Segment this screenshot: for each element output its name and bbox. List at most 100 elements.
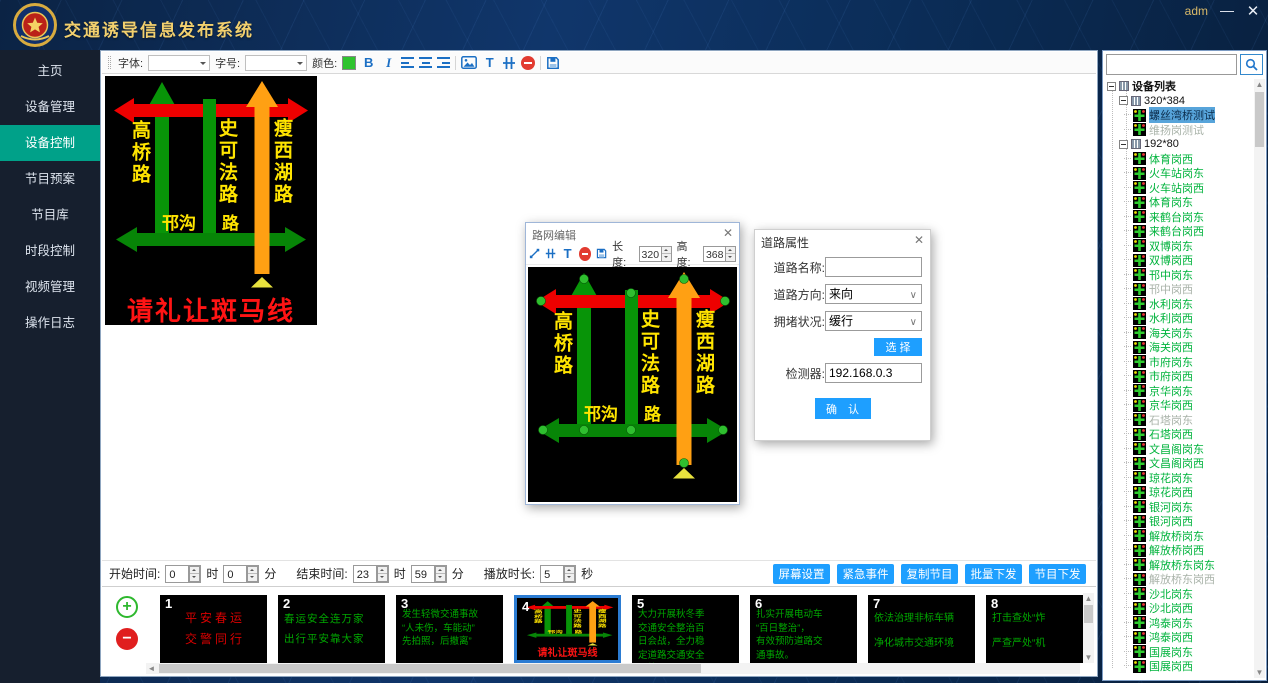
select-button[interactable]: 选 择 (874, 338, 922, 356)
tree-scrollbar[interactable]: ▲ ▼ (1254, 79, 1265, 678)
device-tree-item[interactable]: 石塔岗东 (1105, 413, 1253, 428)
device-tree-item[interactable]: 鸿泰岗西 (1105, 630, 1253, 645)
device-tree-item[interactable]: 琼花岗西 (1105, 485, 1253, 500)
detector-input[interactable] (825, 363, 922, 383)
height-spinner[interactable]: 368 (703, 246, 736, 262)
size-select[interactable] (245, 55, 307, 71)
device-tree-item[interactable]: 琼花岗东 (1105, 471, 1253, 486)
action-button[interactable]: 批量下发 (965, 564, 1022, 584)
device-tree-item[interactable]: 海关岗东 (1105, 326, 1253, 341)
collapse-toggle-icon[interactable] (1119, 140, 1128, 149)
device-tree-item[interactable]: 国展岗西 (1105, 659, 1253, 674)
action-button[interactable]: 复制节目 (901, 564, 958, 584)
italic-button[interactable]: I (381, 55, 396, 71)
sidebar-item[interactable]: 视频管理 (0, 269, 100, 305)
close-icon[interactable]: ✕ (723, 226, 733, 240)
save-icon[interactable] (596, 247, 607, 260)
start-minute-stepper[interactable]: 0 (223, 565, 259, 583)
program-thumbnail-8[interactable]: 8 打击查处“炸 严查严处“机 (986, 595, 1093, 663)
device-tree-item[interactable]: 螺丝湾桥测试 (1105, 108, 1253, 123)
align-left-button[interactable] (401, 57, 414, 68)
sidebar-item[interactable]: 节目库 (0, 197, 100, 233)
program-thumbnail-1[interactable]: 1 平安春运 交警同行 (160, 595, 267, 663)
sidebar-item[interactable]: 操作日志 (0, 305, 100, 341)
device-tree-item[interactable]: 邗中岗西 (1105, 282, 1253, 297)
device-tree-item[interactable]: 解放桥东岗西 (1105, 572, 1253, 587)
device-tree-item[interactable]: 京华岗东 (1105, 384, 1253, 399)
scroll-up-icon[interactable]: ▲ (1254, 79, 1265, 90)
scroll-down-icon[interactable]: ▼ (1083, 652, 1094, 663)
device-tree-item[interactable]: 沙北岗西 (1105, 601, 1253, 616)
device-tree-item[interactable]: 体育岗东 (1105, 195, 1253, 210)
sidebar-item[interactable]: 设备管理 (0, 89, 100, 125)
device-tree-item[interactable]: 京华岗西 (1105, 398, 1253, 413)
editor-canvas[interactable]: 高桥路 史可法路 瘦西湖路 邗沟 路 (528, 267, 737, 502)
program-thumbnail-4-selected[interactable]: 4 (514, 595, 621, 663)
device-tree-item[interactable]: 来鹤台岗东 (1105, 210, 1253, 225)
device-tree-item[interactable]: 火车站岗东 (1105, 166, 1253, 181)
device-tree-item[interactable]: 解放桥岗西 (1105, 543, 1253, 558)
remove-program-button[interactable]: − (116, 628, 138, 650)
scroll-down-icon[interactable]: ▼ (1254, 667, 1265, 678)
device-tree-item[interactable]: 海关岗西 (1105, 340, 1253, 355)
device-tree-item[interactable]: 解放桥岗东 (1105, 529, 1253, 544)
road-tool-icon[interactable] (502, 56, 516, 70)
playlist-vertical-scrollbar[interactable]: ▲ ▼ (1083, 593, 1094, 663)
device-tree-item[interactable]: 水利岗西 (1105, 311, 1253, 326)
text-tool-icon[interactable]: T (482, 55, 497, 70)
tree-group-320x384[interactable]: 320*384 (1105, 94, 1253, 109)
congestion-select[interactable]: 缓行 ∨ (825, 311, 922, 331)
duration-stepper[interactable]: 5 (540, 565, 576, 583)
program-thumbnail-7[interactable]: 7 依法治理非标车辆 净化城市交通环境 (868, 595, 975, 663)
device-tree-item[interactable]: 文昌阁岗西 (1105, 456, 1253, 471)
start-hour-stepper[interactable]: 0 (165, 565, 201, 583)
road-name-input[interactable] (825, 257, 922, 277)
line-tool-icon[interactable] (529, 247, 540, 260)
sidebar-item[interactable]: 设备控制 (0, 125, 100, 161)
action-button[interactable]: 屏幕设置 (773, 564, 830, 584)
program-thumbnail-5[interactable]: 5 大力开展秋冬季 交通安全整治百 日会战，全力稳 定道路交通安全 形势！ (632, 595, 739, 663)
device-tree-item[interactable]: 双博岗西 (1105, 253, 1253, 268)
length-spinner[interactable]: 320 (639, 246, 672, 262)
tree-root-node[interactable]: 设备列表 (1105, 79, 1253, 94)
save-icon[interactable] (546, 56, 560, 70)
program-thumbnail-2[interactable]: 2 春运安全连万家 出行平安靠大家 (278, 595, 385, 663)
device-tree-item[interactable]: 沙北岗东 (1105, 587, 1253, 602)
scroll-left-icon[interactable]: ◄ (146, 663, 157, 674)
collapse-toggle-icon[interactable] (1119, 96, 1128, 105)
device-tree-item[interactable]: 维扬岗测试 (1105, 123, 1253, 138)
end-minute-stepper[interactable]: 59 (411, 565, 447, 583)
device-tree-item[interactable]: 双博岗东 (1105, 239, 1253, 254)
font-select[interactable] (148, 55, 210, 71)
program-thumbnail-6[interactable]: 6 扎实开展电动车 “百日整治”， 有效预防道路交 通事故。 (750, 595, 857, 663)
confirm-button[interactable]: 确 认 (815, 398, 871, 419)
align-center-button[interactable] (419, 57, 432, 68)
device-tree-item[interactable]: 来鹤台岗西 (1105, 224, 1253, 239)
close-icon[interactable]: ✕ (914, 233, 924, 247)
tree-group-192x80[interactable]: 192*80 (1105, 137, 1253, 152)
color-swatch[interactable] (342, 56, 356, 70)
minimize-button[interactable]: — (1218, 2, 1236, 18)
device-search-input[interactable] (1106, 54, 1237, 75)
device-tree-item[interactable]: 解放桥东岗东 (1105, 558, 1253, 573)
playlist-horizontal-scrollbar[interactable]: ◄ (146, 663, 1080, 674)
add-program-button[interactable]: + (116, 596, 138, 618)
device-tree-item[interactable]: 火车站岗西 (1105, 181, 1253, 196)
image-icon[interactable] (461, 56, 477, 69)
collapse-toggle-icon[interactable] (1107, 82, 1116, 91)
program-thumbnail-3[interactable]: 3 发生轻微交通事故 “人未伤，车能动” 先拍照，后撤离” (396, 595, 503, 663)
action-button[interactable]: 节目下发 (1029, 564, 1086, 584)
search-button[interactable] (1240, 54, 1263, 75)
road-direction-select[interactable]: 来向 ∨ (825, 284, 922, 304)
delete-icon[interactable] (521, 56, 535, 70)
device-tree-item[interactable]: 银河岗东 (1105, 500, 1253, 515)
sign-preview-panel[interactable]: 高桥路 史可法路 瘦西湖路 邗沟 路 请礼让斑马线 (105, 76, 317, 325)
device-tree-item[interactable]: 体育岗西 (1105, 152, 1253, 167)
device-tree-item[interactable]: 石塔岗西 (1105, 427, 1253, 442)
scroll-up-icon[interactable]: ▲ (1083, 593, 1094, 604)
device-tree-item[interactable]: 水利岗东 (1105, 297, 1253, 312)
text-tool-icon[interactable]: T (561, 246, 574, 261)
road-tool-icon[interactable] (545, 247, 556, 260)
device-tree-item[interactable]: 市府岗东 (1105, 355, 1253, 370)
sidebar-item[interactable]: 主页 (0, 53, 100, 89)
